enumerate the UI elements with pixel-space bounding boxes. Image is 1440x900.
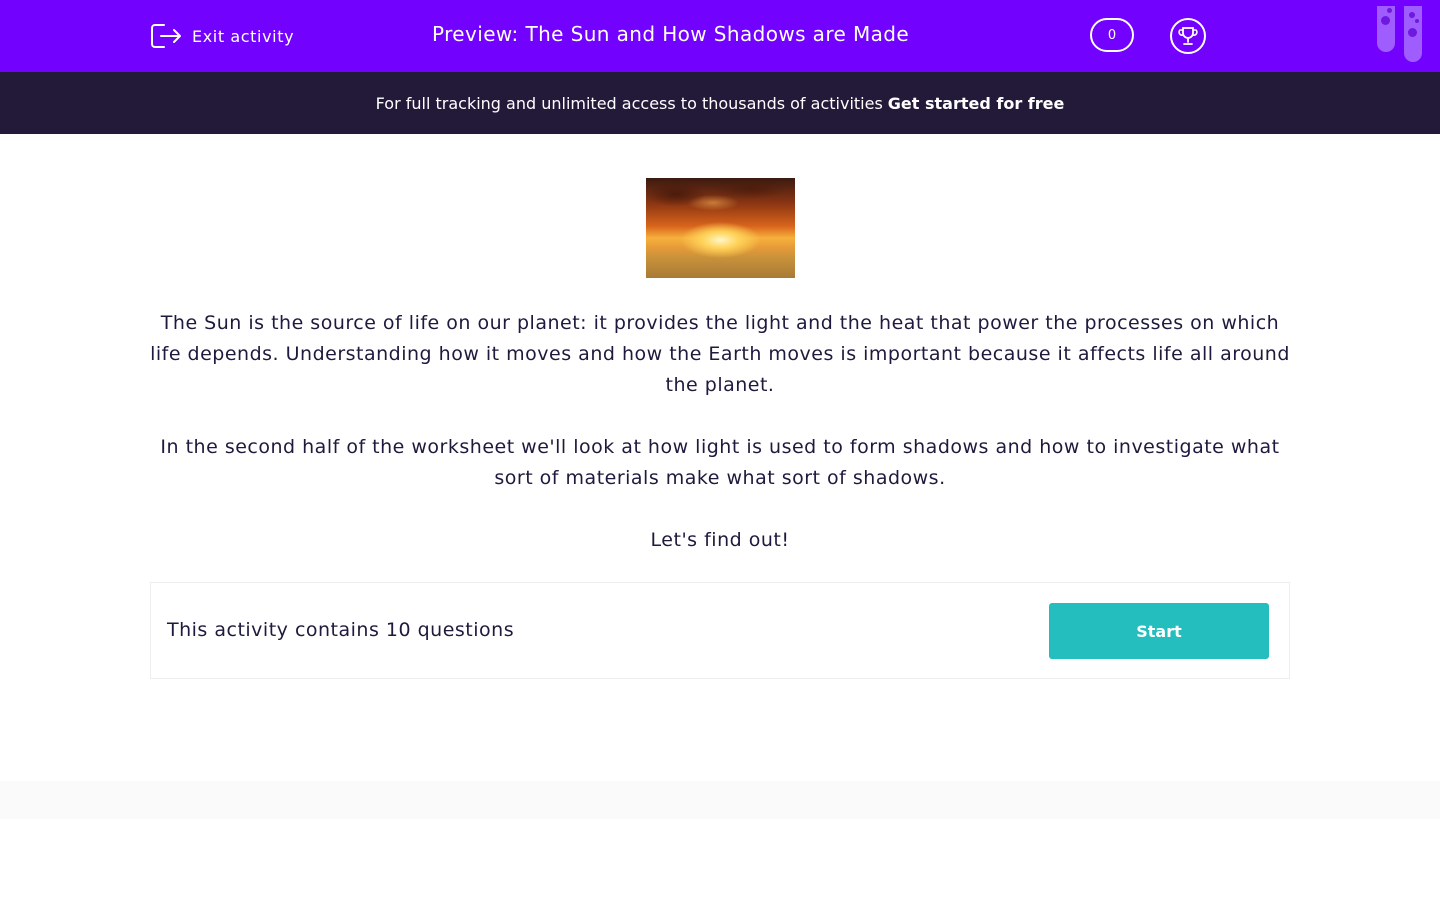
- sunset-image: [646, 178, 795, 278]
- signup-banner: For full tracking and unlimited access t…: [0, 72, 1440, 134]
- top-bar: Exit activity Preview: The Sun and How S…: [0, 0, 1440, 72]
- score-badge: 0: [1090, 18, 1134, 52]
- page-title: Preview: The Sun and How Shadows are Mad…: [432, 22, 910, 46]
- activity-card: This activity contains 10 questions Star…: [150, 582, 1290, 679]
- footer-strip: [0, 781, 1440, 819]
- test-tube-icon: [1377, 6, 1395, 52]
- intro-paragraph: Let's find out!: [650, 529, 790, 551]
- intro-paragraph: In the second half of the worksheet we'l…: [160, 436, 1280, 489]
- start-button[interactable]: Start: [1049, 603, 1269, 659]
- exit-activity-button[interactable]: Exit activity: [150, 20, 294, 52]
- test-tube-icon: [1404, 6, 1422, 62]
- trophy-button[interactable]: [1170, 18, 1206, 54]
- intro-text: The Sun is the source of life on our pla…: [150, 308, 1290, 587]
- exit-activity-label: Exit activity: [192, 26, 295, 46]
- trophy-icon: [1178, 27, 1198, 45]
- exit-icon: [151, 24, 181, 48]
- get-started-link[interactable]: Get started for free: [888, 94, 1065, 113]
- cloud-overlay: [646, 178, 795, 233]
- question-count: This activity contains 10 questions: [167, 619, 515, 641]
- banner-text: For full tracking and unlimited access t…: [375, 93, 883, 113]
- intro-paragraph: The Sun is the source of life on our pla…: [150, 312, 1290, 396]
